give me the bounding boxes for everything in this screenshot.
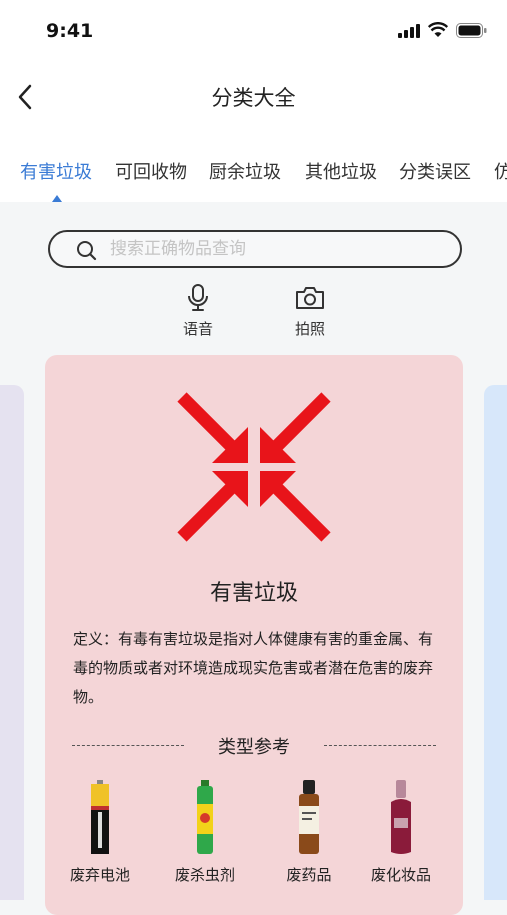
item-label: 废化妆品 [370, 866, 431, 884]
nav-bar: 分类大全 [0, 60, 507, 138]
next-card-peek[interactable] [484, 385, 507, 900]
signal-icon [398, 24, 420, 38]
cosmetics-icon [391, 780, 411, 854]
item-label: 废杀虫剂 [174, 866, 235, 884]
camera-icon [296, 287, 324, 309]
item-cosmetics[interactable]: 废化妆品 [361, 780, 441, 885]
reference-section-header: 类型参考 [72, 733, 436, 758]
tab-kitchen[interactable]: 厨余垃圾 [209, 158, 281, 184]
divider-right [324, 745, 436, 746]
search-input[interactable] [110, 236, 440, 262]
search-icon [77, 241, 97, 261]
item-medicine[interactable]: 废药品 [269, 780, 349, 885]
reference-title: 类型参考 [218, 737, 290, 758]
hazardous-symbol-icon [177, 392, 331, 542]
voice-button[interactable]: 语音 [168, 284, 228, 339]
item-battery[interactable]: 废弃电池 [60, 780, 140, 885]
search-bar[interactable] [48, 230, 462, 268]
item-label: 废弃电池 [69, 866, 130, 884]
tab-misconceptions[interactable]: 分类误区 [399, 158, 471, 184]
microphone-icon [188, 284, 208, 311]
previous-card-peek[interactable] [0, 385, 24, 900]
tab-other[interactable]: 其他垃圾 [305, 158, 377, 184]
page-title: 分类大全 [211, 86, 296, 110]
category-tabs: 有害垃圾 可回收物 厨余垃圾 其他垃圾 分类误区 仿 [0, 138, 507, 202]
voice-label: 语音 [182, 320, 213, 338]
item-label: 废药品 [286, 866, 332, 884]
category-card: 有害垃圾 定义：有毒有害垃圾是指对人体健康有害的重金属、有毒的物质或者对环境造成… [45, 355, 463, 915]
category-title: 有害垃圾 [209, 581, 298, 606]
medicine-bottle-icon [299, 780, 319, 854]
wifi-icon [428, 22, 448, 37]
photo-button[interactable]: 拍照 [280, 284, 340, 339]
tab-hazardous[interactable]: 有害垃圾 [20, 158, 92, 184]
item-insecticide[interactable]: 废杀虫剂 [165, 780, 245, 885]
active-tab-indicator [52, 195, 62, 202]
status-time: 9:41 [46, 20, 94, 42]
tab-recyclable[interactable]: 可回收物 [115, 158, 187, 184]
battery-icon [91, 780, 109, 854]
battery-status-icon [456, 23, 487, 38]
tab-partial[interactable]: 仿 [494, 158, 507, 184]
insecticide-icon [197, 780, 213, 854]
photo-label: 拍照 [294, 320, 325, 338]
status-bar: 9:41 [0, 0, 507, 60]
category-definition: 定义：有毒有害垃圾是指对人体健康有害的重金属、有毒的物质或者对环境造成现实危害或… [73, 630, 434, 706]
